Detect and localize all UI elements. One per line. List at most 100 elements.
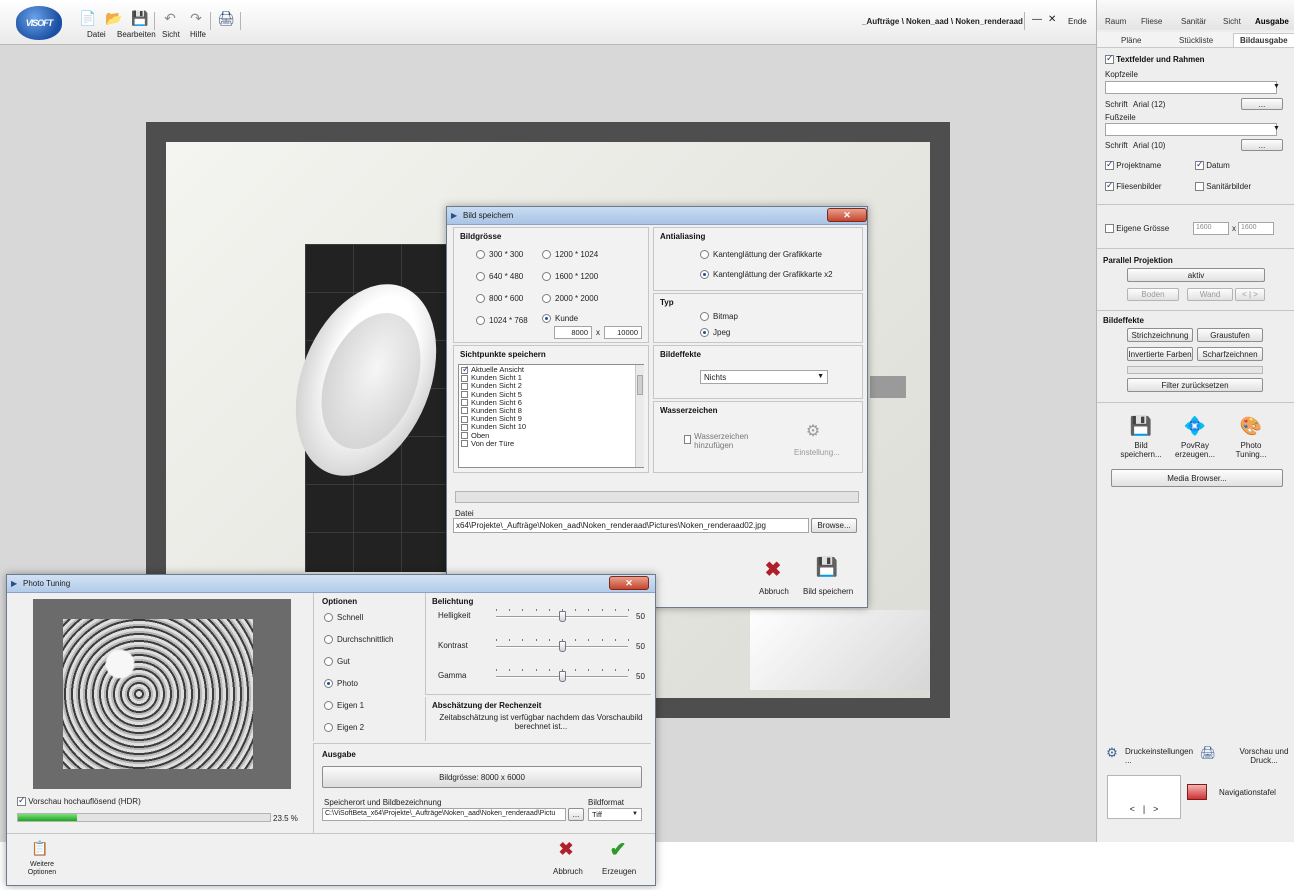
option-eigen2[interactable]: Eigen 2 — [324, 723, 364, 733]
file-path-input[interactable]: x64\Projekte\_Aufträge\Noken_aad\Noken_r… — [453, 518, 809, 533]
save-disk-icon[interactable]: 💾 — [815, 555, 839, 579]
save-location-input[interactable]: C:\ViSoftBeta_x64\Projekte\_Aufträge\Nok… — [322, 808, 566, 821]
menu-datei[interactable]: Datei — [87, 30, 106, 39]
radio[interactable] — [324, 635, 333, 645]
size-option-kunde[interactable]: Kunde — [542, 314, 578, 324]
check-datum[interactable]: Datum — [1195, 159, 1230, 171]
save-location-browse-button[interactable]: ... — [568, 808, 584, 821]
cancel-x-icon[interactable]: ✖ — [555, 839, 577, 860]
effect-strichzeichnung-button[interactable]: Strichzeichnung — [1127, 328, 1193, 342]
option-durchschnittlich[interactable]: Durchschnittlich — [324, 635, 393, 645]
chevron-down-icon[interactable]: ▼ — [817, 373, 824, 380]
subtab-plaene[interactable]: Pläne — [1121, 36, 1141, 45]
chevron-down-icon[interactable]: ▼ — [1273, 125, 1280, 132]
option-eigen1[interactable]: Eigen 1 — [324, 701, 364, 711]
navigation-map-icon[interactable] — [1187, 784, 1207, 800]
fliesenbilder-checkbox[interactable] — [1105, 180, 1114, 192]
print-preview-icon[interactable]: 🖨 — [1199, 744, 1217, 762]
save-image-label[interactable]: Bild speichern... — [1117, 441, 1165, 459]
check-projektname[interactable]: Projektname — [1105, 159, 1161, 171]
list-checkbox[interactable] — [461, 407, 468, 415]
custom-height-input[interactable]: 10000 — [604, 326, 642, 339]
effect-graustufen-button[interactable]: Graustufen — [1197, 328, 1263, 342]
effect-scharfzeichnen-button[interactable]: Scharfzeichnen — [1197, 347, 1263, 361]
radio[interactable] — [476, 250, 485, 260]
list-checkbox[interactable] — [461, 382, 468, 390]
end-button[interactable]: Ende — [1068, 17, 1087, 26]
photo-tuning-close-button[interactable]: ✕ — [609, 576, 649, 590]
list-checkbox[interactable] — [461, 423, 468, 431]
tab-fliese[interactable]: Fliese — [1141, 17, 1162, 26]
nav-prev-button[interactable]: < — [1130, 804, 1135, 814]
wand-button[interactable]: Wand — [1187, 288, 1233, 301]
radio[interactable] — [700, 312, 709, 322]
boden-button[interactable]: Boden — [1127, 288, 1179, 301]
list-checkbox[interactable] — [461, 391, 468, 399]
nav-next-button[interactable]: > — [1153, 804, 1158, 814]
radio[interactable] — [542, 272, 551, 282]
povray-label[interactable]: PovRay erzeugen... — [1171, 441, 1219, 459]
filter-reset-button[interactable]: Filter zurücksetzen — [1127, 378, 1263, 392]
watermark-checkbox[interactable] — [684, 435, 692, 444]
option-schnell[interactable]: Schnell — [324, 613, 363, 623]
print-settings-icon[interactable]: ⚙ — [1103, 744, 1121, 762]
tab-ausgabe[interactable]: Ausgabe — [1255, 17, 1289, 26]
tab-raum[interactable]: Raum — [1105, 17, 1126, 26]
typ-jpeg[interactable]: Jpeg — [700, 328, 730, 338]
typ-bitmap[interactable]: Bitmap — [700, 312, 738, 322]
list-checkbox[interactable] — [461, 399, 468, 407]
size-option-2000[interactable]: 2000 * 2000 — [542, 294, 598, 304]
radio[interactable] — [542, 294, 551, 304]
open-icon[interactable]: 📂 — [104, 8, 124, 28]
print-settings-label[interactable]: Druckeinstellungen ... — [1125, 747, 1193, 765]
media-browser-button[interactable]: Media Browser... — [1111, 469, 1283, 487]
photo-tuning-titlebar[interactable]: Photo Tuning — [7, 575, 655, 593]
list-checkbox[interactable] — [461, 440, 468, 448]
radio[interactable] — [324, 613, 333, 623]
undo-icon[interactable]: ↶ — [160, 8, 180, 28]
preview-image[interactable] — [63, 619, 253, 769]
radio[interactable] — [700, 328, 709, 338]
custom-width-input[interactable]: 8000 — [554, 326, 592, 339]
size-option-1200[interactable]: 1200 * 1024 — [542, 250, 598, 260]
gear-icon[interactable]: ⚙ — [802, 420, 824, 442]
option-gut[interactable]: Gut — [324, 657, 350, 667]
tab-sicht[interactable]: Sicht — [1223, 17, 1241, 26]
tab-sanitaer[interactable]: Sanitär — [1181, 17, 1206, 26]
menu-bearbeiten[interactable]: Bearbeiten — [117, 30, 156, 39]
radio[interactable] — [324, 657, 333, 667]
own-size-width-input[interactable]: 1600 — [1193, 222, 1229, 235]
projektname-checkbox[interactable] — [1105, 159, 1114, 171]
browse-button[interactable]: Browse... — [811, 518, 857, 533]
radio[interactable] — [542, 250, 551, 260]
more-options-icon[interactable]: 📋 — [31, 839, 49, 857]
hdr-checkbox[interactable] — [17, 795, 26, 807]
radio[interactable] — [476, 272, 485, 282]
slider-thumb[interactable] — [559, 611, 566, 622]
close-icon[interactable]: ✕ — [1048, 14, 1056, 25]
aktiv-button[interactable]: aktiv — [1127, 268, 1265, 282]
check-sanitaerbilder[interactable]: Sanitärbilder — [1195, 182, 1251, 192]
datum-checkbox[interactable] — [1195, 159, 1204, 171]
effect-slider[interactable] — [1127, 366, 1263, 374]
list-checkbox[interactable] — [461, 374, 468, 382]
create-button[interactable]: Erzeugen — [602, 867, 636, 876]
radio[interactable] — [700, 270, 709, 280]
print-icon[interactable]: 🖨 — [216, 8, 236, 28]
radio[interactable] — [324, 723, 333, 733]
effects-select[interactable]: Nichts ▼ — [700, 370, 828, 384]
save-image-icon[interactable]: 💾 — [1127, 414, 1155, 438]
povray-icon[interactable]: 💠 — [1181, 414, 1209, 438]
slider-thumb[interactable] — [559, 671, 566, 682]
menu-sicht[interactable]: Sicht — [162, 30, 180, 39]
radio[interactable] — [700, 250, 709, 260]
size-option-1024[interactable]: 1024 * 768 — [476, 316, 528, 326]
minimize-button[interactable]: — — [1032, 14, 1042, 25]
footer-input[interactable] — [1105, 123, 1277, 136]
redo-icon[interactable]: ↷ — [186, 8, 206, 28]
effect-invertiert-button[interactable]: Invertierte Farben — [1127, 347, 1193, 361]
watermark-check-row[interactable]: Wasserzeichen hinzufügen — [684, 432, 764, 450]
menu-hilfe[interactable]: Hilfe — [190, 30, 206, 39]
radio[interactable] — [476, 316, 485, 326]
navigation-pad[interactable]: < | > — [1107, 775, 1181, 819]
